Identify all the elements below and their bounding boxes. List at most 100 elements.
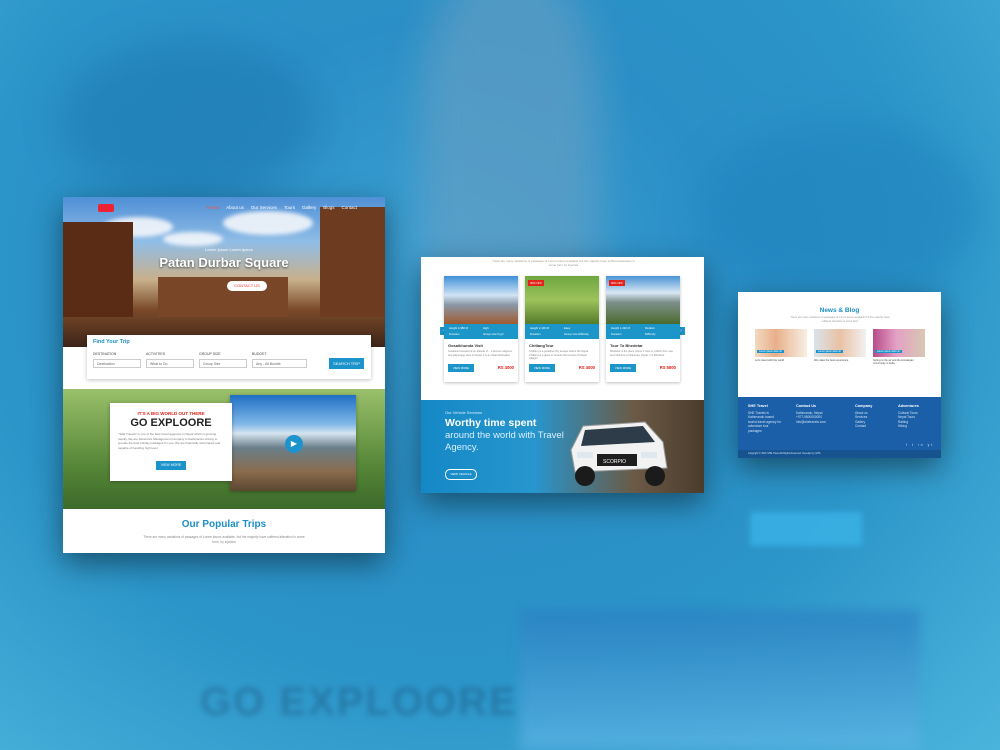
explore-tag: IT'S A BIG WORLD OUT THERE (137, 411, 205, 416)
destination-label: DESTINATION (93, 352, 117, 356)
background-blob (700, 120, 980, 300)
footer-brand-text: SHE Travels is Kathmandu based tourist t… (748, 410, 782, 433)
trip-height: Height 1,420 M (611, 326, 630, 330)
trip-group-size: Group size 5 ppl (483, 332, 504, 336)
trip-price: RS 5800 (659, 365, 676, 370)
trip-card-bhedetar[interactable]: 30% OFF Height 1,420 M Medium Duration D… (606, 276, 680, 382)
trip-image (444, 276, 518, 324)
background-heading: GO EXPLOORE (200, 680, 518, 724)
footer-company-heading: Company (855, 404, 873, 408)
find-trip-title: Find Your Trip (93, 339, 130, 345)
blog-text: Spring to the air and the Himalayan comm… (873, 359, 914, 366)
hero-subtitle: Lorem Ipsum Lorem Ipsum (205, 247, 253, 252)
trip-height: Height 4,380 M (449, 326, 468, 330)
footer-company: Company About us Services Gallery Contac… (855, 404, 872, 429)
background-button (750, 512, 862, 546)
copyright: Copyright © 2021 SHE Travel All Rights R… (738, 450, 941, 458)
group-size-label: GROUP SIZE (199, 352, 221, 356)
site-logo[interactable] (98, 204, 114, 212)
blog-post[interactable]: Lorem ipsum dolor sit Spring to the air … (873, 329, 925, 365)
trip-name: ChitlangTour (529, 343, 554, 348)
social-icons[interactable]: f t in yt (906, 443, 934, 447)
trip-duration: Duration (449, 332, 460, 336)
group-size-select[interactable]: Group Size (199, 359, 247, 368)
trip-name: Tour To Bhedetar (610, 343, 643, 348)
play-icon[interactable]: ▶ (285, 435, 303, 453)
trip-card-chitlang[interactable]: 30% OFF Height 2,100 M Easy Duration Gro… (525, 276, 599, 382)
blog-caption: Lorem ipsum dolor sit (757, 350, 784, 353)
trip-duration: Duration (611, 332, 622, 336)
news-blog-subtitle: There are many variations of passages of… (790, 316, 890, 323)
view-more-button[interactable]: VIEW MORE (448, 364, 474, 372)
blog-post[interactable]: Lorem ipsum dolor sit We make the best e… (814, 329, 866, 365)
trip-price: RS 4000 (497, 365, 514, 370)
nav-home[interactable]: Home (207, 205, 219, 210)
budget-slider[interactable]: Any - All Bundle (252, 359, 307, 368)
footer-brand: SHE Travel SHE Travels is Kathmandu base… (748, 404, 782, 433)
activities-label: ACTIVITIES (146, 352, 166, 356)
trip-price: RS 4000 (578, 365, 595, 370)
footer-link[interactable]: Contact (855, 424, 872, 429)
trip-difficulty: Easy (564, 326, 571, 330)
view-more-button[interactable]: VIEW MORE (156, 461, 186, 470)
view-more-button[interactable]: VIEW MORE (529, 364, 555, 372)
nav-about[interactable]: About us (226, 205, 244, 210)
car-plate: SCORPIO (603, 459, 626, 465)
view-vehicle-button[interactable]: VIEW VEHICLE (445, 469, 477, 480)
footer-brand-heading: SHE Travel (748, 404, 768, 408)
footer-adventures-heading: Adventures (898, 404, 919, 408)
blog-post[interactable]: Lorem ipsum dolor sit Let's travel with … (755, 329, 807, 365)
footer-adventures: Adventures Cultural Tours Nepal Tours Ra… (898, 404, 919, 429)
vehicle-services-banner: Our Vehicle Services Worthy time spent a… (421, 400, 704, 493)
destination-select[interactable]: Destination (93, 359, 141, 368)
trip-description: Chitlang is a paradise hilly escape befo… (529, 350, 589, 361)
main-nav: Home About us Our Services Tours Gallery… (207, 205, 357, 210)
blog-caption: Lorem ipsum dolor sit (816, 350, 843, 353)
blog-page-preview: News & Blog There are many variations of… (738, 292, 941, 458)
background-stupa (420, 0, 600, 280)
trip-card-gosaikunda[interactable]: Height 4,380 M High Duration Group size … (444, 276, 518, 382)
background-sky-image (520, 610, 920, 750)
discount-badge: 30% OFF (528, 280, 544, 286)
trips-intro: There are many variations of passages of… (492, 259, 635, 267)
popular-trips-subtitle: There are many variations of passages of… (143, 535, 305, 544)
nav-contact[interactable]: Contact (341, 205, 357, 210)
homepage-preview: Home About us Our Services Tours Gallery… (63, 197, 385, 553)
blog-text: Let's travel with the world (755, 359, 785, 362)
trips-page-preview: There are many variations of passages of… (421, 257, 704, 493)
blog-text: We make the best experience (814, 359, 849, 362)
contact-us-button[interactable]: CONTACT US (227, 281, 267, 291)
trip-group-size: Difficulty (645, 332, 656, 336)
news-blog-title: News & Blog (819, 307, 860, 314)
background-blob (60, 40, 320, 200)
find-trip-panel: Find Your Trip DESTINATION ACTIVITIES GR… (87, 335, 371, 379)
hero-banner: Home About us Our Services Tours Gallery… (63, 197, 385, 347)
trip-info-bar: Height 1,420 M Medium Duration Difficult… (606, 324, 680, 339)
blog-caption: Lorem ipsum dolor sit (875, 350, 902, 353)
trip-height: Height 2,100 M (530, 326, 549, 330)
activities-select[interactable]: What to Do (146, 359, 194, 368)
popular-trips-title: Our Popular Trips (181, 519, 267, 530)
nav-tours[interactable]: Tours (284, 205, 295, 210)
vehicle-subtitle: around the world with Travel Agency. (445, 430, 564, 453)
trip-info-bar: Height 2,100 M Easy Duration Group size … (525, 324, 599, 339)
video-thumbnail[interactable]: ▶ (230, 395, 356, 491)
trip-group-size: Group size Difficulty (564, 332, 589, 336)
view-more-button[interactable]: VIEW MORE (610, 364, 636, 372)
footer-contact: Contact Us Kathmandu, Nepal +977-9800000… (796, 404, 846, 424)
explore-box: IT'S A BIG WORLD OUT THERE GO EXPLOORE "… (110, 403, 232, 481)
footer-email[interactable]: info@shetravels.com (796, 420, 846, 425)
footer-link[interactable]: Hiking (898, 424, 919, 429)
trip-name: Gosaikhunda Visit (448, 343, 483, 348)
hero-title: Patan Durbar Square (159, 255, 289, 270)
nav-gallery[interactable]: Gallery (302, 205, 316, 210)
nav-services[interactable]: Our Services (251, 205, 277, 210)
nav-blogs[interactable]: Blogs (323, 205, 334, 210)
trip-description: Gosaikund located at an altitude of... a… (448, 350, 512, 357)
temple-left (63, 222, 133, 317)
search-trip-button[interactable]: SEARCH TRIP (329, 358, 364, 369)
site-footer: SHE Travel SHE Travels is Kathmandu base… (738, 397, 941, 458)
explore-text: "SHE Travels" is one of the best travel … (118, 432, 221, 450)
trip-description: Bhedetar is the place where it rises to … (610, 350, 673, 357)
suv-image: SCORPIO (570, 421, 668, 486)
